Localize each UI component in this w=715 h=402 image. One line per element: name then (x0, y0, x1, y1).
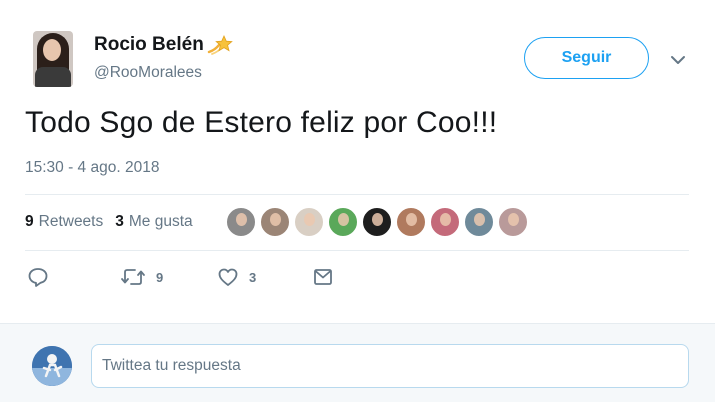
tweet-timestamp[interactable]: 15:30 - 4 ago. 2018 (25, 159, 159, 177)
liker-avatar[interactable] (498, 207, 528, 237)
retweets-label: Retweets (38, 213, 104, 230)
tweet-actions: 9 3 (27, 266, 347, 290)
liker-avatar[interactable] (260, 207, 290, 237)
follow-button[interactable]: Seguir (524, 37, 649, 79)
liker-avatar[interactable] (328, 207, 358, 237)
like-button[interactable]: 3 (217, 266, 256, 288)
liker-avatar[interactable] (464, 207, 494, 237)
tweet-stats: 9 Retweets 3 Me gusta (25, 213, 205, 231)
retweet-count: 9 (156, 269, 164, 285)
direct-message-button[interactable] (312, 266, 334, 288)
shooting-star-icon (207, 34, 233, 56)
liker-avatar[interactable] (396, 207, 426, 237)
envelope-icon (312, 266, 334, 288)
retweet-button[interactable]: 9 (120, 266, 163, 288)
current-user-avatar[interactable] (32, 346, 72, 386)
author-name-row: Rocio Belén (94, 34, 233, 56)
tweet-text: Todo Sgo de Estero feliz por Coo!!! (25, 106, 498, 139)
tweet-card: Rocio Belén @RooMoralees Seguir Todo Sgo… (0, 0, 715, 323)
liker-avatar[interactable] (226, 207, 256, 237)
author-avatar[interactable] (33, 31, 73, 87)
retweet-icon (120, 266, 146, 288)
liker-avatar[interactable] (430, 207, 460, 237)
retweets-count: 9 (25, 213, 34, 230)
chevron-down-icon[interactable] (668, 50, 688, 70)
likes-count: 3 (115, 213, 124, 230)
like-count: 3 (249, 269, 257, 285)
divider (25, 194, 689, 195)
reply-icon (27, 266, 49, 288)
likes-stat[interactable]: 3 Me gusta (115, 213, 192, 231)
heart-icon (217, 266, 239, 288)
divider (25, 250, 689, 251)
reply-input[interactable]: Twittea tu respuesta (91, 344, 689, 388)
reply-bar: Twittea tu respuesta (0, 323, 715, 402)
author-display-name[interactable]: Rocio Belén (94, 34, 204, 56)
liker-avatar[interactable] (362, 207, 392, 237)
author-handle[interactable]: @RooMoralees (94, 64, 202, 82)
retweets-stat[interactable]: 9 Retweets (25, 213, 103, 231)
liker-avatars (226, 207, 532, 237)
liker-avatar[interactable] (294, 207, 324, 237)
likes-label: Me gusta (128, 213, 193, 230)
reply-button[interactable] (27, 266, 49, 288)
